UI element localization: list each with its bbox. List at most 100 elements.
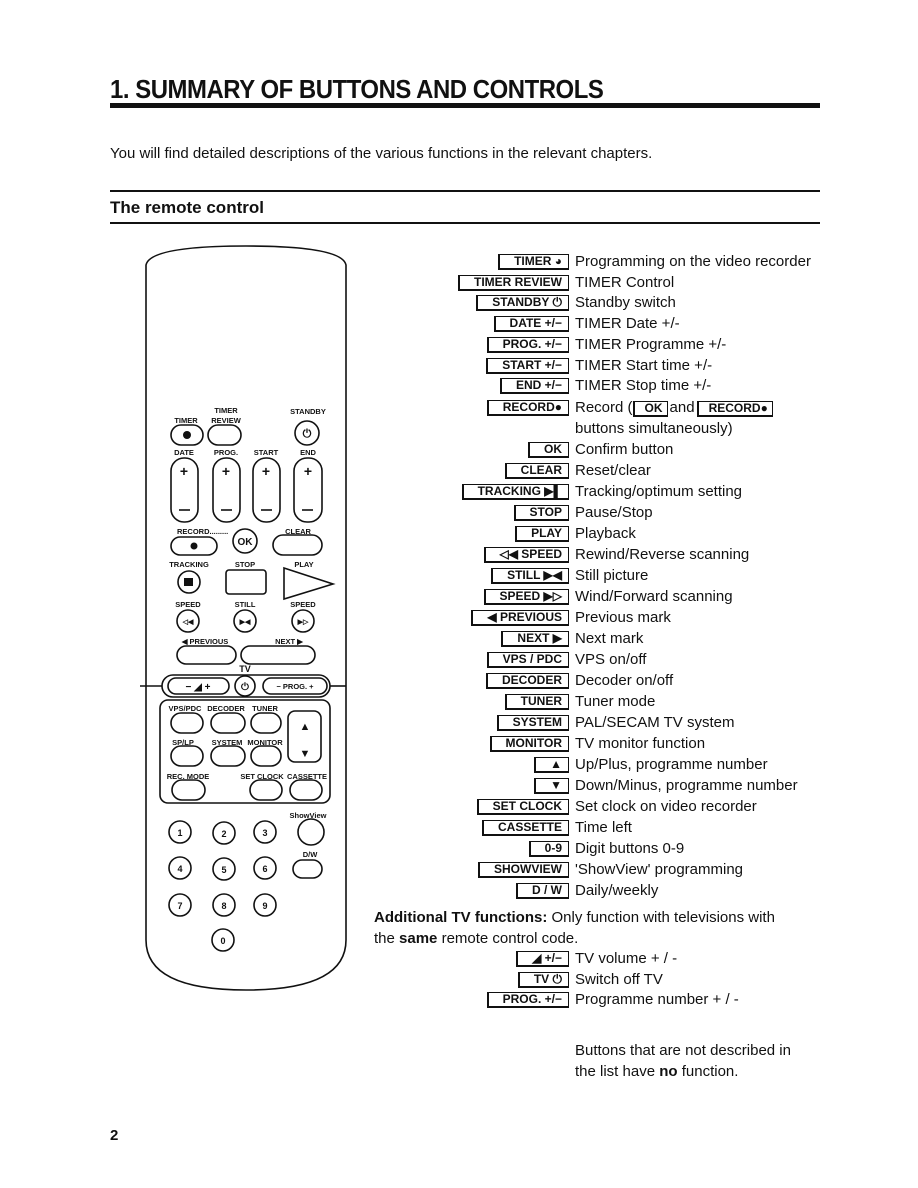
tv-functions-heading: Additional TV functions: xyxy=(374,909,548,926)
key-label: CLEAR xyxy=(504,463,569,479)
key-description: Record ( xyxy=(575,399,633,416)
svg-text:STOP: STOP xyxy=(235,560,255,569)
svg-text:8: 8 xyxy=(221,901,226,911)
svg-text:START: START xyxy=(254,448,279,457)
list-item: STILL ▶◀ Still picture xyxy=(340,566,900,586)
list-item: STANDBY ⏻ Standby switch xyxy=(340,293,900,313)
list-item: VPS / PDC VPS on/off xyxy=(340,650,900,670)
list-item: SET CLOCK Set clock on video recorder xyxy=(340,797,900,817)
list-item: ▲ Up/Plus, programme number xyxy=(340,755,900,775)
key-label: RECORD● xyxy=(486,400,569,416)
key-label: PROG. +/− xyxy=(486,337,569,353)
svg-text:6: 6 xyxy=(262,864,267,874)
list-item: ◁◀ SPEED Rewind/Reverse scanning xyxy=(340,545,900,565)
digit-buttons: 1 2 3 4 5 6 7 8 9 0 xyxy=(168,820,277,952)
connector-text: and xyxy=(669,399,695,416)
key-description: Daily/weekly xyxy=(575,882,659,899)
list-item: PROG. +/− Programme number + / - xyxy=(340,990,900,1010)
key-label: TIMER REVIEW xyxy=(457,275,569,291)
svg-text:TIMER: TIMER xyxy=(174,416,198,425)
list-item: NEXT ▶ Next mark xyxy=(340,629,900,649)
svg-text:DECODER: DECODER xyxy=(207,704,245,713)
svg-text:▶▷: ▶▷ xyxy=(297,619,309,626)
key-label: START +/− xyxy=(486,358,569,374)
key-label: SPEED ▶▷ xyxy=(483,589,569,605)
svg-text:TUNER: TUNER xyxy=(252,704,278,713)
list-item: DATE +/− TIMER Date +/- xyxy=(340,314,900,334)
key-description: Down/Minus, programme number xyxy=(575,777,798,794)
list-item: PROG. +/− TIMER Programme +/- xyxy=(340,335,900,355)
key-label: ◀ PREVIOUS xyxy=(471,610,569,626)
svg-text:◁◀: ◁◀ xyxy=(182,619,194,626)
list-item: SHOWVIEW 'ShowView' programming xyxy=(340,860,900,880)
list-item: TUNER Tuner mode xyxy=(340,692,900,712)
list-item: D / W Daily/weekly xyxy=(340,881,900,901)
list-item: TIMER REVIEW TIMER Control xyxy=(340,273,900,293)
svg-text:NEXT ▶: NEXT ▶ xyxy=(275,637,304,646)
key-label: MONITOR xyxy=(489,736,569,752)
key-description: Switch off TV xyxy=(575,971,663,988)
svg-text:OK: OK xyxy=(238,537,254,548)
key-label: TUNER xyxy=(504,694,569,710)
key-description: Next mark xyxy=(575,630,644,647)
key-label: NEXT ▶ xyxy=(501,631,569,647)
key-label: RECORD● xyxy=(696,401,773,417)
key-label: TRACKING ▶▌ xyxy=(461,484,569,500)
key-label: ▲ xyxy=(534,757,569,773)
svg-text:TRACKING: TRACKING xyxy=(169,560,209,569)
svg-text:+: + xyxy=(222,463,230,479)
list-item: SPEED ▶▷ Wind/Forward scanning xyxy=(340,587,900,607)
key-description: Previous mark xyxy=(575,609,671,626)
key-description: TV monitor function xyxy=(575,735,706,752)
key-description: TIMER Start time +/- xyxy=(575,357,713,374)
key-label: STANDBY ⏻ xyxy=(476,295,569,311)
page-number: 2 xyxy=(110,1127,119,1144)
svg-text:VPS/PDC: VPS/PDC xyxy=(169,704,203,713)
key-label: OK xyxy=(632,401,668,417)
list-item: RECORD● Record (OK and RECORD● xyxy=(340,398,900,418)
key-description: Wind/Forward scanning xyxy=(575,588,733,605)
svg-text:▲: ▲ xyxy=(300,721,311,733)
list-item: ◀ PREVIOUS Previous mark xyxy=(340,608,900,628)
svg-text:STILL: STILL xyxy=(235,600,256,609)
key-description: buttons simultaneously) xyxy=(575,420,733,437)
key-label: END +/− xyxy=(499,378,569,394)
svg-text:SPEED: SPEED xyxy=(175,600,201,609)
timer-review-button xyxy=(207,424,242,446)
list-item: ◢ +/− TV volume + / - xyxy=(340,949,900,969)
key-label: SHOWVIEW xyxy=(478,862,569,878)
svg-text:DATE: DATE xyxy=(174,448,194,457)
key-label: OK xyxy=(528,442,569,458)
key-description: PAL/SECAM TV system xyxy=(575,714,735,731)
list-item: 0-9 Digit buttons 0-9 xyxy=(340,839,900,859)
key-label: TIMER ◕ xyxy=(498,254,569,270)
svg-text:3: 3 xyxy=(262,828,267,838)
key-label: STOP xyxy=(513,505,569,521)
svg-text:0: 0 xyxy=(220,936,225,946)
svg-text:− ◢ +: − ◢ + xyxy=(186,682,211,693)
svg-text:+: + xyxy=(304,463,312,479)
list-item: MONITOR TV monitor function xyxy=(340,734,900,754)
plus-minus-buttons: + + + + xyxy=(170,457,323,523)
svg-text:TIMER: TIMER xyxy=(214,406,238,415)
list-item: OK Confirm button xyxy=(340,440,900,460)
svg-text:⏻: ⏻ xyxy=(241,681,249,693)
svg-text:▶◀: ▶◀ xyxy=(239,619,251,626)
key-description: Tracking/optimum setting xyxy=(575,483,743,500)
key-label: VPS / PDC xyxy=(486,652,569,668)
key-description: Time left xyxy=(575,819,632,836)
svg-text:END: END xyxy=(300,448,316,457)
svg-text:+: + xyxy=(262,463,270,479)
svg-text:4: 4 xyxy=(177,864,182,874)
key-label: ◢ +/− xyxy=(516,951,569,967)
svg-text:PLAY: PLAY xyxy=(294,560,313,569)
svg-text:SPEED: SPEED xyxy=(290,600,316,609)
list-item: TIMER ◕ Programming on the video recorder xyxy=(340,252,900,272)
svg-text:− PROG. +: − PROG. + xyxy=(276,682,314,691)
svg-text:2: 2 xyxy=(221,829,226,839)
key-label: DECODER xyxy=(485,673,569,689)
key-description: Up/Plus, programme number xyxy=(575,756,768,773)
key-label: SYSTEM xyxy=(496,715,569,731)
key-description: Tuner mode xyxy=(575,693,656,710)
list-item: buttons simultaneously) xyxy=(340,419,900,439)
